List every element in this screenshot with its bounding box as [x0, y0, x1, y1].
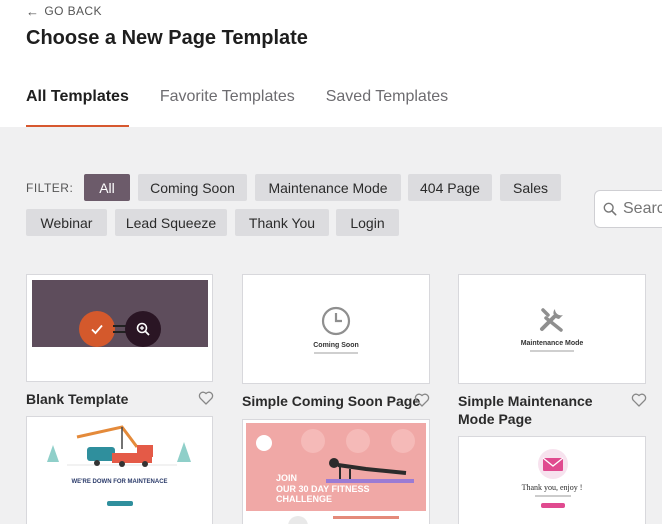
tools-icon — [540, 308, 563, 332]
preview-template-button[interactable] — [125, 311, 161, 347]
tab-all-templates[interactable]: All Templates — [26, 88, 129, 127]
thumb-placeholder-line — [530, 350, 574, 352]
template-card-maintenance[interactable]: Maintenance Mode — [458, 274, 646, 384]
check-icon — [91, 324, 103, 335]
fitness-hero: JOIN OUR 30 DAY FITNESS CHALLENGE — [246, 423, 426, 511]
filter-chip-lead-squeeze[interactable]: Lead Squeeze — [115, 209, 227, 236]
page-header: ← GO BACK Choose a New Page Template All… — [0, 0, 662, 127]
search-input[interactable] — [623, 200, 662, 218]
hero-dot — [256, 435, 272, 451]
template-tabs: All Templates Favorite Templates Saved T… — [26, 88, 479, 127]
template-label-blank: Blank Template — [26, 391, 129, 407]
favorite-heart-icon[interactable] — [198, 390, 214, 406]
page-title: Choose a New Page Template — [26, 27, 308, 49]
filter-chip-login[interactable]: Login — [336, 209, 399, 236]
filter-chip-thank-you[interactable]: Thank You — [235, 209, 329, 236]
tab-favorite-templates[interactable]: Favorite Templates — [160, 88, 295, 127]
thank-you-text: Thank you, enjoy ! — [521, 483, 583, 492]
zoom-in-icon — [136, 322, 150, 336]
template-card-thank-you[interactable]: Thank you, enjoy ! — [458, 436, 646, 524]
template-card-maintenance-illustration[interactable]: WE'RE DOWN FOR MAINTENACE — [26, 416, 213, 524]
filter-chip-webinar[interactable]: Webinar — [26, 209, 107, 236]
filter-label: FILTER: — [26, 181, 74, 195]
filter-chip-sales[interactable]: Sales — [500, 174, 561, 201]
filter-chip-coming-soon[interactable]: Coming Soon — [138, 174, 247, 201]
maintenance-thumb-caption: Maintenance Mode — [520, 340, 584, 347]
template-card-coming-soon[interactable]: Coming Soon — [242, 274, 430, 384]
blank-template-thumbnail — [32, 280, 208, 347]
placeholder-line — [535, 495, 571, 497]
template-label-coming-soon: Simple Coming Soon Page — [242, 393, 421, 409]
favorite-heart-icon[interactable] — [631, 392, 647, 408]
go-back-link[interactable]: ← GO BACK — [26, 4, 102, 18]
maintenance-illustration — [47, 425, 191, 506]
hero-circle — [301, 429, 325, 453]
coming-soon-thumb-caption: Coming Soon — [313, 342, 359, 349]
placeholder-line — [333, 516, 399, 519]
envelope-icon — [538, 449, 568, 479]
tab-saved-templates[interactable]: Saved Templates — [326, 88, 448, 127]
cta-placeholder — [541, 503, 565, 508]
select-template-button[interactable] — [79, 311, 115, 347]
arrow-left-icon: ← — [26, 3, 40, 19]
template-card-fitness[interactable]: JOIN OUR 30 DAY FITNESS CHALLENGE — [242, 419, 430, 524]
fitness-join-text: JOIN — [276, 473, 298, 483]
avatar — [288, 516, 308, 524]
search-box[interactable] — [594, 190, 662, 228]
template-card-blank[interactable] — [26, 274, 213, 382]
filter-chip-404-page[interactable]: 404 Page — [408, 174, 492, 201]
fitness-challenge-text: OUR 30 DAY FITNESS CHALLENGE — [276, 484, 370, 504]
clock-icon — [321, 306, 351, 336]
favorite-heart-icon[interactable] — [414, 392, 430, 408]
fitness-figure — [326, 458, 414, 483]
hero-circle — [346, 429, 370, 453]
search-icon — [603, 202, 617, 216]
template-label-maintenance: Simple Maintenance Mode Page — [458, 393, 593, 427]
filter-chip-maintenance-mode[interactable]: Maintenance Mode — [255, 174, 401, 201]
thumb-placeholder-line — [314, 352, 358, 354]
maintenance-banner-text: WE'RE DOWN FOR MAINTENACE — [71, 479, 168, 485]
go-back-label: GO BACK — [44, 4, 102, 18]
filter-chip-all[interactable]: All — [84, 174, 130, 201]
hero-circle — [391, 429, 415, 453]
